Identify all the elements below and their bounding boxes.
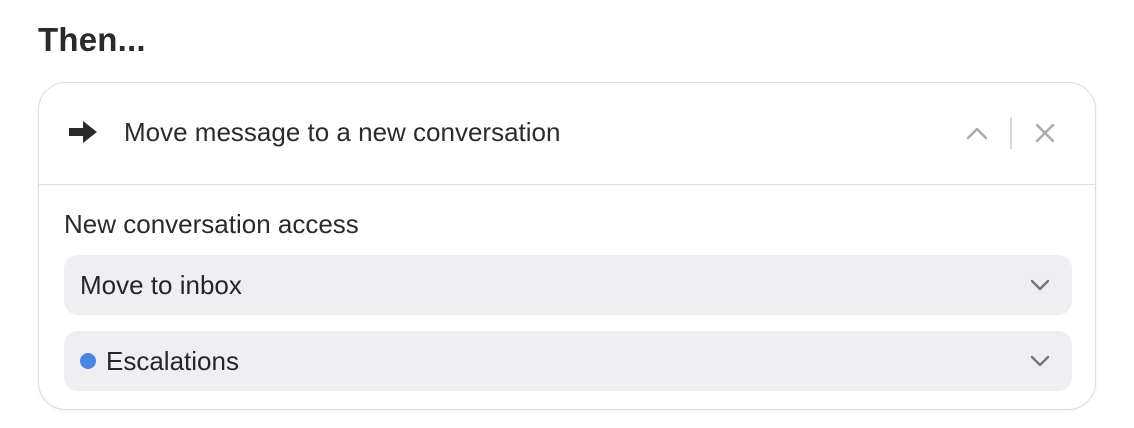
arrow-right-icon (69, 121, 97, 143)
header-divider (1010, 117, 1012, 149)
chevron-down-icon (1030, 279, 1050, 291)
inbox-color-dot (80, 353, 96, 369)
chevron-up-icon[interactable] (963, 120, 991, 146)
access-select-value: Move to inbox (80, 270, 242, 300)
close-icon[interactable] (1033, 121, 1057, 145)
access-select[interactable]: Move to inbox (64, 255, 1072, 315)
inbox-select-value: Escalations (106, 346, 239, 376)
new-conversation-access-label: New conversation access (64, 209, 359, 239)
inbox-select[interactable]: Escalations (64, 331, 1072, 391)
action-card: Move message to a new conversation New c… (38, 82, 1096, 410)
action-title: Move message to a new conversation (124, 117, 561, 147)
chevron-down-icon (1030, 355, 1050, 367)
section-heading: Then... (38, 21, 146, 58)
action-card-header: Move message to a new conversation (39, 83, 1095, 185)
